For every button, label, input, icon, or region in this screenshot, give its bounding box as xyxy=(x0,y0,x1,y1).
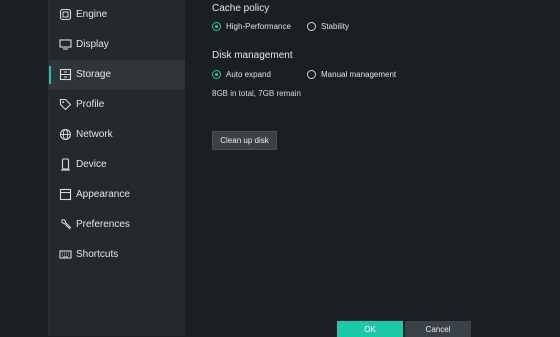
cancel-button[interactable]: Cancel xyxy=(405,321,471,337)
cache-policy-title: Cache policy xyxy=(212,3,270,14)
tag-icon xyxy=(59,98,72,111)
radio-auto-expand[interactable]: Auto expand xyxy=(212,70,271,79)
engine-icon xyxy=(59,8,72,21)
sidebar-item-storage[interactable]: Storage xyxy=(49,60,185,90)
radio-button[interactable] xyxy=(307,22,316,31)
sidebar-item-shortcuts[interactable]: Shortcuts xyxy=(49,240,185,270)
storage-settings-panel: Cache policy High-Performance Stability … xyxy=(185,0,560,337)
active-indicator xyxy=(49,66,51,84)
left-gutter xyxy=(0,0,48,336)
globe-icon xyxy=(59,128,72,141)
radio-label: Auto expand xyxy=(226,70,271,79)
keyboard-icon xyxy=(59,248,72,261)
radio-button-checked[interactable] xyxy=(212,22,221,31)
radio-button-checked[interactable] xyxy=(212,70,221,79)
radio-button[interactable] xyxy=(307,70,316,79)
clean-up-disk-button[interactable]: Clean up disk xyxy=(212,131,277,150)
sidebar-item-label: Device xyxy=(76,159,107,170)
phone-icon xyxy=(59,158,72,171)
sidebar-item-label: Display xyxy=(76,39,109,50)
sidebar-item-label: Profile xyxy=(76,99,105,110)
sidebar-item-label: Appearance xyxy=(76,189,130,200)
storage-icon xyxy=(59,68,72,81)
sidebar-item-profile[interactable]: Profile xyxy=(49,90,185,120)
radio-label: Stability xyxy=(321,22,350,31)
sidebar-item-display[interactable]: Display xyxy=(49,30,185,60)
sidebar-item-network[interactable]: Network xyxy=(49,120,185,150)
sidebar-item-label: Engine xyxy=(76,9,108,20)
sidebar-item-label: Shortcuts xyxy=(76,249,119,260)
monitor-icon xyxy=(59,38,72,51)
wrench-icon xyxy=(59,218,72,231)
radio-label: High-Performance xyxy=(226,22,291,31)
radio-high-performance[interactable]: High-Performance xyxy=(212,22,291,31)
disk-usage-info: 8GB in total, 7GB remain xyxy=(212,89,301,98)
sidebar: Engine Display Storage Profile Network D… xyxy=(49,0,185,336)
sidebar-item-engine[interactable]: Engine xyxy=(49,0,185,30)
sidebar-item-preferences[interactable]: Preferences xyxy=(49,210,185,240)
sidebar-item-appearance[interactable]: Appearance xyxy=(49,180,185,210)
radio-stability[interactable]: Stability xyxy=(307,22,349,31)
radio-manual-management[interactable]: Manual management xyxy=(307,70,396,79)
window-icon xyxy=(59,188,72,201)
radio-label: Manual management xyxy=(321,70,397,79)
ok-button[interactable]: OK xyxy=(337,321,403,337)
sidebar-item-label: Preferences xyxy=(76,219,130,230)
sidebar-item-label: Storage xyxy=(76,69,112,80)
sidebar-item-label: Network xyxy=(76,129,113,140)
disk-management-title: Disk management xyxy=(212,50,293,61)
sidebar-item-device[interactable]: Device xyxy=(49,150,185,180)
